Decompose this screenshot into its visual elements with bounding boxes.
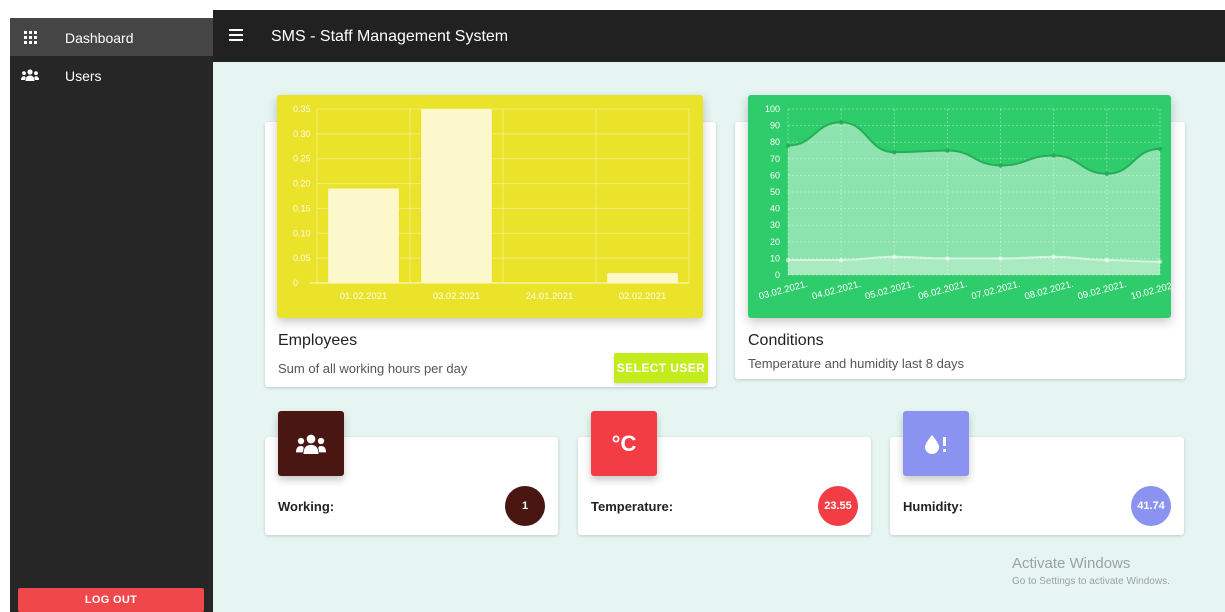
employees-subtitle: Sum of all working hours per day: [278, 361, 468, 376]
data-point: [945, 148, 950, 153]
data-point: [892, 149, 897, 155]
x-tick-label: 01.02.2021: [340, 291, 388, 302]
working-label: Working:: [278, 499, 335, 514]
grid-icon: [21, 29, 39, 45]
y-tick-label: 0.10: [293, 228, 311, 238]
watermark-subtitle: Go to Settings to activate Windows.: [1012, 576, 1170, 587]
data-point: [1157, 259, 1163, 264]
logout-button[interactable]: LOG OUT: [18, 588, 204, 612]
y-tick-label: 10: [770, 253, 780, 263]
x-tick-label: 03.02.2021: [433, 291, 481, 302]
sidebar-item-users[interactable]: Users: [10, 56, 213, 94]
users-icon: [21, 67, 39, 83]
y-tick-label: 30: [770, 220, 780, 230]
employees-title: Employees: [278, 332, 358, 349]
temperature-value-badge: 23.55: [818, 486, 858, 526]
conditions-chart: 0 10 20 30 40 50 60 70 80 90 100 03.02.2021. 04.02.2…: [748, 95, 1171, 318]
sidebar: Dashboard Users LOG OUT: [10, 18, 213, 612]
data-point: [1157, 146, 1163, 152]
x-tick-label: 02.02.2021: [619, 291, 667, 302]
conditions-area-chart: 0 10 20 30 40 50 60 70 80 90 100 03.02.2021. 04.02.2…: [758, 104, 1171, 303]
y-tick-label: 80: [770, 137, 780, 147]
select-user-button[interactable]: SELECT USER: [614, 353, 708, 383]
working-value-badge: 1: [505, 486, 545, 526]
y-tick-label: 0.30: [293, 129, 311, 139]
sidebar-item-label: Dashboard: [65, 30, 134, 46]
x-tick-label: 08.02.2021.: [1023, 279, 1074, 303]
data-point: [785, 257, 791, 263]
temperature-label: Temperature:: [591, 499, 674, 514]
sidebar-item-dashboard[interactable]: Dashboard: [10, 18, 213, 56]
data-point: [945, 256, 950, 261]
data-point: [998, 163, 1003, 168]
conditions-subtitle: Temperature and humidity last 8 days: [748, 356, 965, 371]
y-tick-label: 50: [770, 187, 780, 197]
activate-windows-watermark: Activate Windows Go to Settings to activ…: [1012, 555, 1170, 587]
droplet-alert-icon: [903, 411, 969, 476]
sidebar-item-label: Users: [65, 68, 102, 84]
watermark-title: Activate Windows: [1012, 555, 1131, 572]
y-tick-label: 40: [770, 204, 780, 214]
hamburger-icon[interactable]: [229, 29, 243, 41]
main-content: 0 0.05 0.10 0.15 0.20 0.25 0.30 0.35 01.02.2021 0…: [213, 62, 1225, 612]
data-point: [838, 120, 844, 125]
x-tick-label: 05.02.2021.: [864, 279, 915, 303]
y-tick-label: 0: [293, 278, 298, 288]
y-tick-label: 60: [770, 170, 780, 180]
data-point: [1051, 153, 1056, 158]
data-point: [1051, 254, 1056, 259]
x-tick-label: 10.02.2021.: [1130, 279, 1171, 303]
celsius-icon: °C: [591, 411, 657, 476]
x-tick-label: 04.02.2021.: [811, 279, 862, 303]
bar: [328, 188, 399, 283]
data-point: [1104, 257, 1110, 263]
x-tick-label: 03.02.2021.: [758, 279, 809, 303]
y-tick-label: 100: [765, 104, 780, 114]
x-tick-label: 06.02.2021.: [917, 279, 968, 303]
x-tick-label: 09.02.2021.: [1077, 279, 1128, 303]
y-tick-label: 20: [770, 237, 780, 247]
bar: [421, 109, 492, 283]
top-app-bar: SMS - Staff Management System: [213, 10, 1225, 62]
data-point: [998, 256, 1003, 261]
data-point: [892, 254, 897, 259]
y-tick-label: 0: [775, 270, 780, 280]
employees-chart: 0 0.05 0.10 0.15 0.20 0.25 0.30 0.35 01.02.2021 0…: [277, 95, 703, 318]
x-tick-label: 07.02.2021.: [970, 279, 1021, 303]
y-tick-label: 90: [770, 121, 780, 131]
users-icon: [278, 411, 344, 476]
y-tick-label: 0.35: [293, 104, 311, 114]
data-point: [838, 257, 844, 263]
data-point: [785, 143, 791, 148]
humidity-label: Humidity:: [903, 499, 963, 514]
y-tick-label: 0.20: [293, 179, 311, 189]
conditions-title: Conditions: [748, 332, 824, 349]
bar: [607, 273, 678, 283]
y-tick-label: 0.05: [293, 253, 311, 263]
employees-bar-chart: 0 0.05 0.10 0.15 0.20 0.25 0.30 0.35 01.02.2021 0…: [293, 104, 690, 302]
y-tick-label: 70: [770, 154, 780, 164]
app-title: SMS - Staff Management System: [271, 28, 509, 45]
data-point: [1104, 171, 1110, 176]
humidity-value-badge: 41.74: [1131, 486, 1171, 526]
y-tick-label: 0.15: [293, 203, 311, 213]
y-tick-label: 0.25: [293, 154, 311, 164]
x-tick-label: 24.01.2021: [526, 291, 574, 302]
series-area: [788, 122, 1160, 275]
